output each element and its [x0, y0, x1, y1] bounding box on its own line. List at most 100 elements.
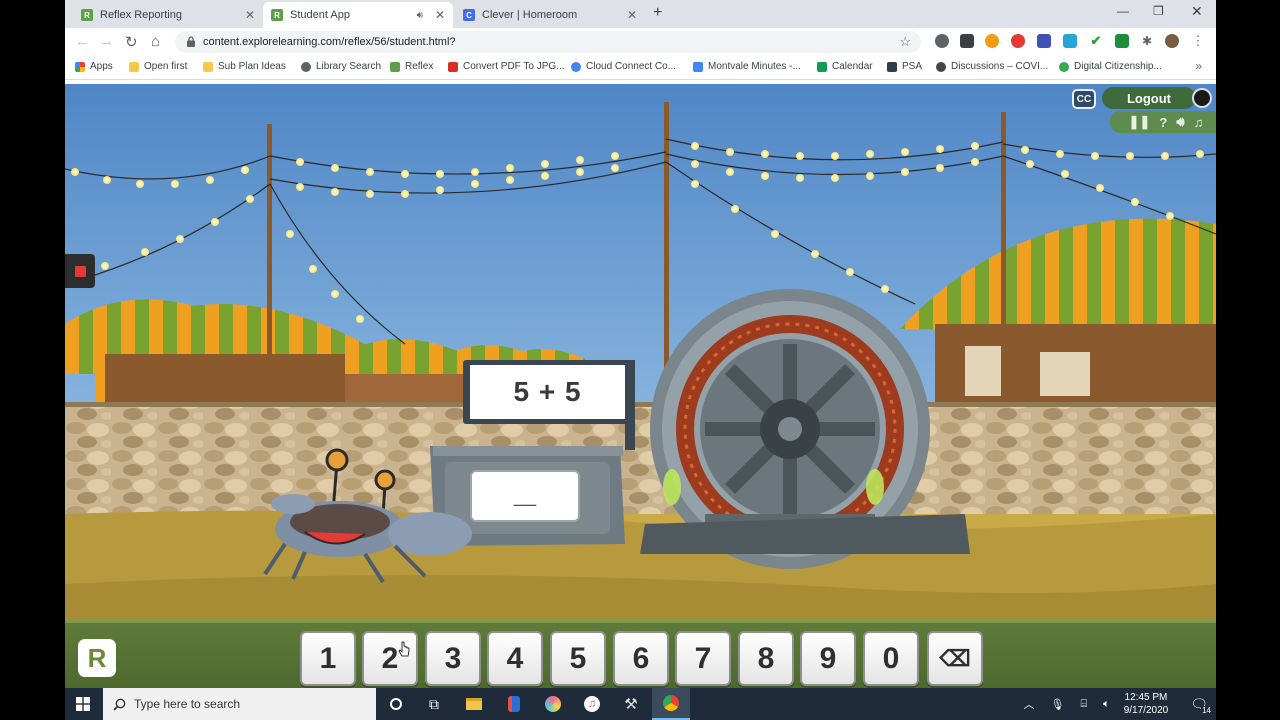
browser-toolbar: ← → ↻ ⌂ content.explorelearning.com/refl…: [65, 28, 1216, 56]
sound-icon[interactable]: 🔊︎: [1176, 114, 1184, 130]
bookmark-psa[interactable]: PSA: [887, 61, 922, 72]
restore-icon[interactable]: ❐: [1153, 4, 1164, 18]
key-8[interactable]: 8: [738, 631, 794, 686]
app-icon-bird[interactable]: [495, 688, 533, 720]
answer-field: __: [470, 470, 580, 522]
tab-label: Student App: [290, 9, 350, 21]
chrome-taskbar-icon[interactable]: [652, 688, 690, 720]
bookmark-star-icon[interactable]: ☆: [899, 34, 911, 50]
app-icon-lollipop[interactable]: [534, 688, 572, 720]
extension-clever-icon[interactable]: [1037, 34, 1051, 48]
bookmark-open-first[interactable]: Open first: [129, 61, 187, 72]
tab-reflex-reporting[interactable]: R Reflex Reporting ✕: [73, 2, 263, 28]
taskbar-clock[interactable]: 12:45 PM 9/17/2020: [1124, 691, 1169, 717]
key-3[interactable]: 3: [425, 631, 481, 686]
minimize-icon[interactable]: —: [1117, 4, 1129, 18]
system-tray: ︿ 🎙︎ ⌸ 🔈︎ 12:45 PM 9/17/2020 🗨︎ 14: [1016, 688, 1216, 720]
new-tab-icon[interactable]: +: [653, 4, 662, 22]
notification-count: 14: [1201, 705, 1212, 715]
extension-red-icon[interactable]: [1011, 34, 1025, 48]
key-0[interactable]: 0: [863, 631, 919, 686]
key-1[interactable]: 1: [300, 631, 356, 686]
address-bar[interactable]: content.explorelearning.com/reflex/56/st…: [175, 31, 921, 53]
bookmark-library-search[interactable]: Library Search: [301, 61, 381, 72]
bookmarks-bar: Apps Open first Sub Plan Ideas Library S…: [65, 56, 1216, 80]
key-7[interactable]: 7: [675, 631, 731, 686]
screen: R Reflex Reporting ✕ R Student App 🔊︎ ✕ …: [0, 0, 1280, 720]
extension-blue-icon[interactable]: [1063, 34, 1077, 48]
tab-label: Reflex Reporting: [100, 9, 182, 21]
closed-captions-button[interactable]: CC: [1072, 89, 1096, 109]
music-icon[interactable]: ♫: [1194, 115, 1204, 130]
volume-icon[interactable]: 🔈︎: [1103, 698, 1110, 711]
forward-icon[interactable]: →: [99, 33, 114, 50]
close-tab-icon[interactable]: ✕: [245, 8, 255, 22]
file-explorer-icon[interactable]: [455, 688, 493, 720]
show-hidden-icons-icon[interactable]: ︿: [1024, 696, 1035, 712]
extension-check-icon[interactable]: ✔: [1089, 34, 1103, 48]
mouse-cursor-icon: [398, 641, 410, 657]
cortana-icon[interactable]: [377, 688, 415, 720]
itunes-icon[interactable]: ♫: [573, 688, 611, 720]
tab-clever-homeroom[interactable]: C Clever | Homeroom ✕: [455, 2, 645, 28]
carnival-scene: [65, 84, 1216, 688]
math-problem: 5 + 5: [513, 376, 582, 407]
docs-icon: [693, 61, 703, 72]
help-icon[interactable]: ?: [1159, 115, 1167, 130]
browser-window: R Reflex Reporting ✕ R Student App 🔊︎ ✕ …: [65, 0, 1216, 84]
close-tab-icon[interactable]: ✕: [627, 8, 637, 22]
key-5[interactable]: 5: [550, 631, 606, 686]
extension-orange-icon[interactable]: [985, 34, 999, 48]
windows-logo-icon: [76, 697, 90, 711]
reflex-game-area: 5 + 5 __ CC Logout ❚❚ ? 🔊︎ ♫ R 1 2 3 4 5…: [65, 84, 1216, 688]
app-icon-tools[interactable]: ⚒: [612, 688, 650, 720]
windows-taskbar: Type here to search ⧉ ♫ ⚒ ︿ 🎙︎ ⌸ 🔈︎ 12:4…: [65, 688, 1216, 720]
backspace-key[interactable]: ⌫: [927, 631, 983, 686]
wordpress-icon: [936, 61, 946, 72]
url-text: content.explorelearning.com/reflex/56/st…: [203, 36, 456, 48]
key-6[interactable]: 6: [613, 631, 669, 686]
bookmark-calendar[interactable]: Calendar: [817, 61, 873, 72]
pause-icon[interactable]: ❚❚: [1129, 114, 1151, 130]
reflex-favicon: R: [271, 9, 283, 21]
stop-recording-button[interactable]: [65, 254, 95, 288]
close-tab-icon[interactable]: ✕: [435, 8, 445, 22]
task-view-icon[interactable]: ⧉: [415, 688, 453, 720]
bookmark-sub-plan-ideas[interactable]: Sub Plan Ideas: [203, 61, 286, 72]
bookmark-discussions[interactable]: Discussions – COVI...: [936, 61, 1048, 72]
search-placeholder: Type here to search: [134, 697, 241, 711]
speaker-icon[interactable]: 🔊︎: [417, 10, 423, 21]
reload-icon[interactable]: ↻: [125, 33, 138, 51]
lock-icon: [187, 36, 195, 47]
home-icon[interactable]: ⌂: [151, 33, 160, 50]
bookmark-digital-citizenship[interactable]: Digital Citizenship...: [1059, 61, 1162, 72]
key-4[interactable]: 4: [487, 631, 543, 686]
bookmark-convert-pdf[interactable]: Convert PDF To JPG...: [448, 61, 565, 72]
psa-icon: [887, 61, 897, 72]
profile-avatar[interactable]: [1165, 34, 1179, 48]
bookmark-montvale-minutes[interactable]: Montvale Minutes -...: [693, 61, 801, 72]
bookmark-apps[interactable]: Apps: [75, 61, 113, 72]
clever-favicon: C: [463, 9, 475, 21]
bookmark-cloud-connect[interactable]: Cloud Connect Co...: [571, 61, 676, 72]
back-icon[interactable]: ←: [75, 33, 90, 50]
microphone-icon[interactable]: 🎙︎: [1051, 698, 1065, 711]
notifications-icon[interactable]: 🗨︎ 14: [1190, 696, 1212, 715]
extension-shield-icon[interactable]: [935, 34, 949, 48]
pdf-icon: [448, 61, 458, 72]
extensions-puzzle-icon[interactable]: ✱: [1140, 34, 1154, 48]
close-window-icon[interactable]: ✕: [1191, 3, 1203, 20]
key-9[interactable]: 9: [800, 631, 856, 686]
network-icon[interactable]: ⌸: [1081, 698, 1088, 711]
extension-sheets-icon[interactable]: [1115, 34, 1129, 48]
bookmark-reflex[interactable]: Reflex: [390, 61, 433, 72]
start-button[interactable]: [65, 688, 101, 720]
more-bookmarks-icon[interactable]: »: [1195, 59, 1202, 73]
globe-icon: [301, 61, 311, 72]
extension-qr-icon[interactable]: [960, 34, 974, 48]
tab-student-app[interactable]: R Student App 🔊︎ ✕: [263, 2, 453, 28]
calendar-icon: [817, 61, 827, 72]
menu-kebab-icon[interactable]: ⋮: [1191, 34, 1205, 48]
taskbar-search-box[interactable]: Type here to search: [103, 688, 376, 720]
logout-button[interactable]: Logout: [1102, 87, 1196, 109]
